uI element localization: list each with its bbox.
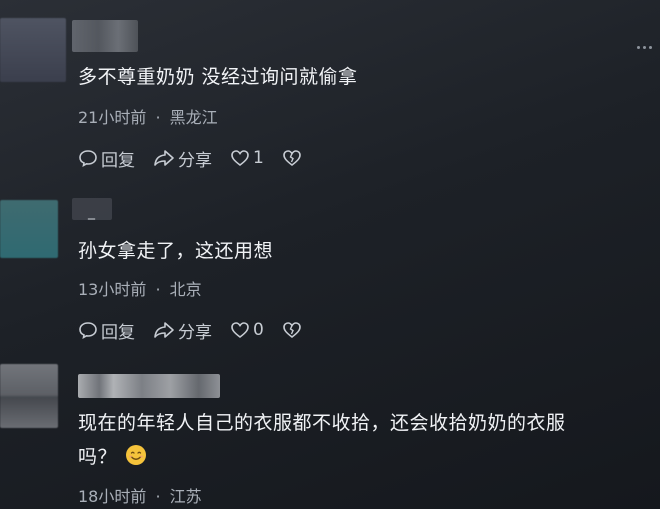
like-count: 0 — [253, 320, 264, 340]
reply-label: 回复 — [101, 322, 135, 343]
meta-separator: · — [155, 108, 161, 127]
comment-time: 18小时前 — [78, 487, 147, 506]
comment-time: 13小时前 — [78, 280, 147, 299]
comment-text: 孙女拿走了，这还用想 — [78, 240, 274, 262]
comment-item-1: 多不尊重奶奶 没经过询问就偷拿 21小时前 · 黑龙江 回复 分享 1 — [0, 0, 660, 190]
reply-button[interactable]: 回复 — [78, 318, 135, 343]
smile-emoji-icon — [126, 445, 147, 465]
comment-text-line-1: 现在的年轻人自己的衣服都不收拾，还会收拾奶奶的衣服 — [78, 412, 566, 434]
reply-bubble-icon — [79, 322, 97, 340]
comment-meta: 18小时前 · 江苏 — [78, 483, 202, 507]
meta-separator: · — [155, 280, 161, 299]
broken-heart-icon — [283, 322, 301, 339]
heart-icon — [231, 150, 249, 167]
comment-item-2: _ 孙女拿走了，这还用想 13小时前 · 北京 回复 分享 0 — [0, 190, 660, 360]
comment-text: 多不尊重奶奶 没经过询问就偷拿 — [78, 66, 358, 88]
comment-actions: 回复 分享 1 — [78, 146, 302, 171]
dislike-button[interactable] — [282, 320, 302, 340]
comment-time: 21小时前 — [78, 108, 147, 127]
comment-location: 黑龙江 — [169, 108, 218, 127]
username-blurred[interactable] — [78, 374, 220, 398]
comment-location: 江苏 — [169, 487, 202, 506]
comment-meta: 13小时前 · 北京 — [78, 276, 202, 300]
broken-heart-icon — [283, 150, 301, 167]
share-arrow-icon — [154, 150, 174, 166]
share-button[interactable]: 分享 — [153, 146, 212, 171]
share-label: 分享 — [178, 150, 212, 171]
avatar[interactable] — [0, 18, 66, 82]
comment-location: 北京 — [169, 280, 202, 299]
comment-text-line-2-text: 吗？ — [78, 446, 118, 468]
dislike-button[interactable] — [282, 148, 302, 168]
avatar[interactable] — [0, 200, 58, 258]
reply-bubble-icon — [79, 150, 97, 168]
avatar[interactable] — [0, 364, 58, 428]
like-count: 1 — [253, 148, 264, 168]
meta-separator: · — [155, 487, 161, 506]
reply-label: 回复 — [101, 150, 135, 171]
comment-meta: 21小时前 · 黑龙江 — [78, 104, 218, 128]
comment-actions: 回复 分享 0 — [78, 318, 302, 343]
like-button[interactable]: 1 — [230, 148, 264, 168]
heart-icon — [231, 322, 249, 339]
share-label: 分享 — [178, 322, 212, 343]
username[interactable]: _ — [88, 204, 95, 220]
reply-button[interactable]: 回复 — [78, 146, 135, 171]
like-button[interactable]: 0 — [230, 320, 264, 340]
comment-item-3: 现在的年轻人自己的衣服都不收拾，还会收拾奶奶的衣服 吗？ 18小时前 · 江苏 — [0, 360, 660, 509]
share-button[interactable]: 分享 — [153, 318, 212, 343]
share-arrow-icon — [154, 322, 174, 338]
username-blurred[interactable] — [72, 20, 138, 52]
comment-text-line-2: 吗？ — [78, 442, 147, 472]
